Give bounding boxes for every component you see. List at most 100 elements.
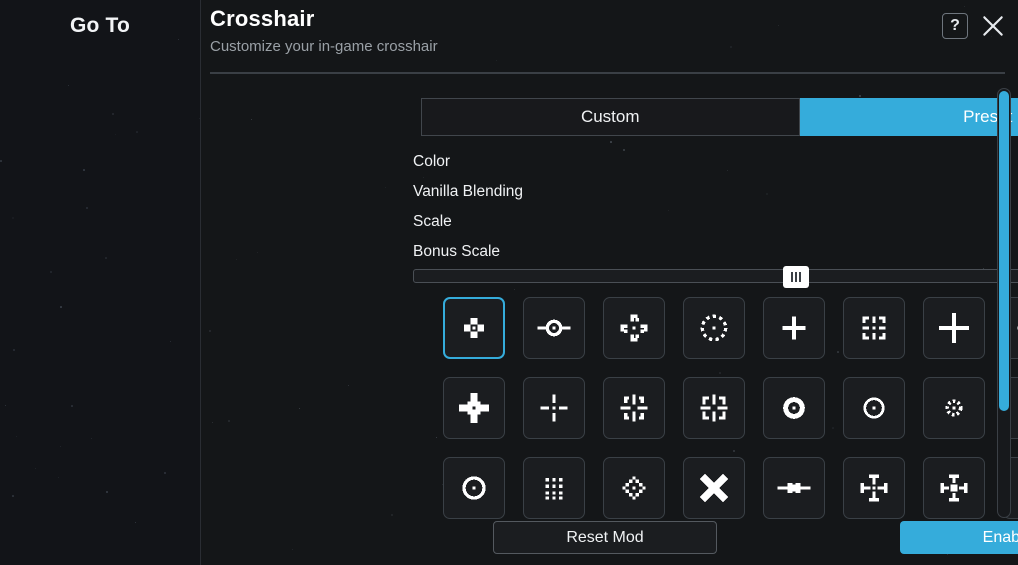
crosshair-preset-bracket-cross-a[interactable] [603, 377, 665, 439]
star [60, 446, 62, 448]
page-subtitle: Customize your in-game crosshair [210, 38, 438, 55]
star [385, 187, 386, 188]
star [106, 491, 108, 493]
footer-actions: Reset Mod Enabled [413, 521, 1018, 555]
crosshair-preset-t-arrow-cross-b[interactable] [923, 457, 985, 519]
crosshair-preset-corner-brackets-cross[interactable] [843, 297, 905, 359]
crosshair-preset-circle-dot-thick[interactable] [763, 377, 825, 439]
bonus-scale-slider[interactable] [413, 266, 1018, 288]
crosshair-preset-dotted-ring-ticks[interactable] [683, 297, 745, 359]
star [610, 141, 612, 143]
dotted-circle-icon [945, 399, 963, 417]
star [292, 549, 294, 551]
page-title: Crosshair [210, 6, 315, 31]
x-cross-thick-icon [699, 473, 729, 503]
diamond-small-icon [1014, 468, 1018, 508]
plus-circle-thick-icon [459, 393, 489, 423]
main-panel: Crosshair Customize your in-game crossha… [201, 0, 1018, 565]
crosshair-preset-diamond-cluster[interactable] [443, 297, 505, 359]
row-color: Color [413, 147, 1018, 177]
circle-dot-outline-icon [462, 476, 486, 500]
crosshair-preset-plus-thin[interactable] [763, 297, 825, 359]
crosshair-preset-dotted-grid[interactable] [523, 457, 585, 519]
scrollbar-track[interactable] [997, 88, 1011, 518]
row-vanilla-blending: Vanilla Blending [413, 177, 1018, 207]
dotted-grid-icon [545, 478, 563, 500]
crosshair-preset-bracket-cross-b[interactable] [683, 377, 745, 439]
bracket-cross-a-icon [620, 394, 648, 422]
crosshair-preset-diamond-outline-dot[interactable] [603, 457, 665, 519]
header-divider [210, 72, 1005, 74]
crosshair-preset-t-arrow-cross-a[interactable] [843, 457, 905, 519]
star [86, 207, 88, 209]
row-bonus-scale: Bonus Scale 0.00 [413, 237, 1018, 267]
star [135, 522, 136, 523]
star [13, 349, 15, 351]
crosshair-preset-plus-large[interactable] [923, 297, 985, 359]
star [60, 306, 62, 308]
enabled-button[interactable]: Enabled [900, 521, 1018, 554]
bonus-scale-label: Bonus Scale [413, 243, 501, 260]
corner-brackets-cross-icon [862, 316, 886, 340]
star [12, 495, 14, 497]
star [348, 385, 350, 387]
crosshair-settings-window: Go To Crosshair Customize your in-game c… [0, 0, 1018, 565]
crosshair-preset-cross-gap-thin[interactable] [523, 377, 585, 439]
star [496, 60, 498, 62]
star [68, 85, 69, 86]
bar-dot-horizontal-icon [777, 483, 811, 493]
crosshair-preset-grid [443, 297, 1018, 519]
crosshair-preset-circle-dot-thin[interactable] [843, 377, 905, 439]
diamond-dot-bars-icon [1017, 326, 1018, 330]
star [35, 468, 37, 470]
scrollbar-thumb[interactable] [999, 91, 1009, 411]
asterisk-star-icon [1014, 388, 1018, 428]
star [50, 271, 53, 274]
diamond-cluster-icon [464, 318, 484, 338]
panel-header: Crosshair Customize your in-game crossha… [210, 6, 1004, 55]
star [105, 257, 107, 259]
star [391, 514, 394, 517]
t-arrow-cross-a-icon [860, 474, 888, 502]
bracket-arrows-icon [620, 314, 648, 342]
crosshair-preset-bracket-arrows[interactable] [603, 297, 665, 359]
dotted-ring-ticks-icon [700, 314, 728, 342]
sidebar-title: Go To [69, 14, 131, 37]
crosshair-preset-plus-circle-thick[interactable] [443, 377, 505, 439]
star [228, 420, 230, 422]
question-mark-icon[interactable]: ? [942, 13, 968, 39]
star [209, 330, 211, 332]
star [212, 422, 213, 423]
star [83, 169, 85, 171]
row-scale: Scale Auto [413, 207, 1018, 237]
star [5, 405, 6, 406]
star [299, 408, 301, 410]
star [236, 259, 238, 261]
crosshair-preset-circle-dot-horizontal-bars[interactable] [523, 297, 585, 359]
close-icon[interactable] [978, 11, 1008, 41]
crosshair-preset-bar-dot-horizontal[interactable] [763, 457, 825, 519]
star [115, 134, 117, 136]
star [257, 252, 259, 254]
bracket-cross-b-icon [700, 394, 728, 422]
star [199, 118, 200, 119]
star [58, 477, 59, 478]
star [0, 160, 2, 162]
star [178, 39, 179, 40]
crosshair-preset-circle-dot-outline[interactable] [443, 457, 505, 519]
star [436, 437, 438, 439]
scale-label: Scale [413, 213, 452, 230]
grip-lines-icon[interactable] [783, 266, 809, 288]
reset-mod-button[interactable]: Reset Mod [493, 521, 717, 554]
tab-custom[interactable]: Custom [421, 98, 800, 136]
star [12, 217, 15, 220]
crosshair-preset-dotted-circle[interactable] [923, 377, 985, 439]
crosshair-preset-x-cross-thick[interactable] [683, 457, 745, 519]
star [859, 95, 861, 97]
star [112, 113, 114, 115]
sidebar: Go To [0, 0, 201, 565]
plus-large-icon [939, 313, 969, 343]
star [251, 119, 252, 120]
tab-preset[interactable]: Preset [799, 98, 1018, 136]
circle-dot-thin-icon [863, 397, 885, 419]
